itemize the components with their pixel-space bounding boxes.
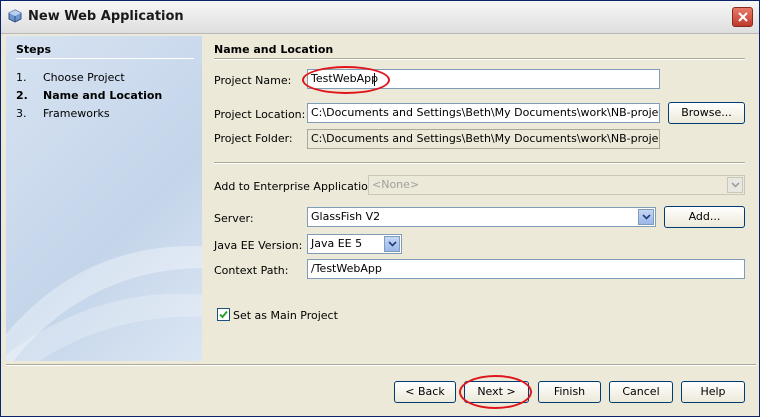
- enterprise-app-combo: <None>: [368, 175, 745, 195]
- back-button[interactable]: < Back: [394, 381, 456, 403]
- cancel-button[interactable]: Cancel: [609, 381, 673, 403]
- context-path-label: Context Path:: [214, 264, 289, 277]
- project-location-input[interactable]: C:\Documents and Settings\Beth\My Docume…: [307, 103, 660, 123]
- steps-divider: [16, 58, 194, 59]
- add-server-button[interactable]: Add...: [664, 206, 745, 228]
- combo-arrow: [727, 177, 743, 193]
- steps-heading: Steps: [16, 43, 52, 56]
- new-web-application-dialog: New Web Application Steps 1. Choose Proj…: [0, 0, 760, 417]
- project-location-value: C:\Documents and Settings\Beth\My Docume…: [311, 106, 660, 119]
- server-value: GlassFish V2: [311, 210, 381, 223]
- combo-arrow[interactable]: [384, 236, 400, 252]
- step-number: 3.: [16, 107, 27, 120]
- main-project-label[interactable]: Set as Main Project: [233, 309, 338, 322]
- java-ee-version-combo[interactable]: Java EE 5: [307, 234, 402, 254]
- step-label: Name and Location: [43, 89, 163, 102]
- section-heading: Name and Location: [214, 43, 334, 56]
- help-button[interactable]: Help: [681, 381, 745, 403]
- project-folder-field: C:\Documents and Settings\Beth\My Docume…: [307, 129, 660, 149]
- step-label: Choose Project: [43, 71, 125, 84]
- chevron-down-icon: [388, 241, 397, 247]
- enterprise-app-value: <None>: [372, 178, 420, 191]
- close-button[interactable]: [732, 7, 753, 27]
- form-divider: [214, 162, 745, 164]
- project-folder-value: C:\Documents and Settings\Beth\My Docume…: [311, 132, 659, 145]
- main-project-checkbox[interactable]: [217, 308, 230, 321]
- server-combo[interactable]: GlassFish V2: [307, 207, 656, 227]
- step-number: 1.: [16, 71, 27, 84]
- checkmark-icon: [219, 310, 228, 319]
- context-path-input[interactable]: /TestWebApp: [307, 259, 745, 279]
- server-label: Server:: [214, 212, 254, 225]
- decorative-swoosh: [6, 245, 202, 361]
- browse-button[interactable]: Browse...: [668, 102, 745, 124]
- chevron-down-icon: [731, 182, 740, 188]
- finish-button[interactable]: Finish: [538, 381, 601, 403]
- section-divider: [214, 58, 745, 60]
- title-bar[interactable]: New Web Application: [1, 1, 759, 34]
- java-ee-version-value: Java EE 5: [311, 237, 363, 250]
- context-path-value: /TestWebApp: [311, 262, 382, 275]
- chevron-down-icon: [642, 214, 651, 220]
- highlight-circle-project-name: [302, 66, 390, 94]
- window-title: New Web Application: [28, 9, 184, 24]
- enterprise-app-label: Add to Enterprise Application:: [214, 180, 379, 193]
- project-location-label: Project Location:: [214, 108, 306, 121]
- step-label: Frameworks: [43, 107, 110, 120]
- project-name-label: Project Name:: [214, 74, 292, 87]
- netbeans-cube-icon: [8, 9, 22, 23]
- project-folder-label: Project Folder:: [214, 132, 293, 145]
- steps-panel: Steps 1. Choose Project 2. Name and Loca…: [6, 36, 202, 361]
- close-icon: [738, 12, 748, 22]
- step-number: 2.: [16, 89, 28, 102]
- java-ee-version-label: Java EE Version:: [214, 239, 303, 252]
- footer-divider: [6, 364, 756, 366]
- highlight-circle-next: [459, 375, 532, 409]
- name-and-location-panel: Name and Location Project Name: TestWebA…: [202, 36, 758, 361]
- combo-arrow[interactable]: [638, 209, 654, 225]
